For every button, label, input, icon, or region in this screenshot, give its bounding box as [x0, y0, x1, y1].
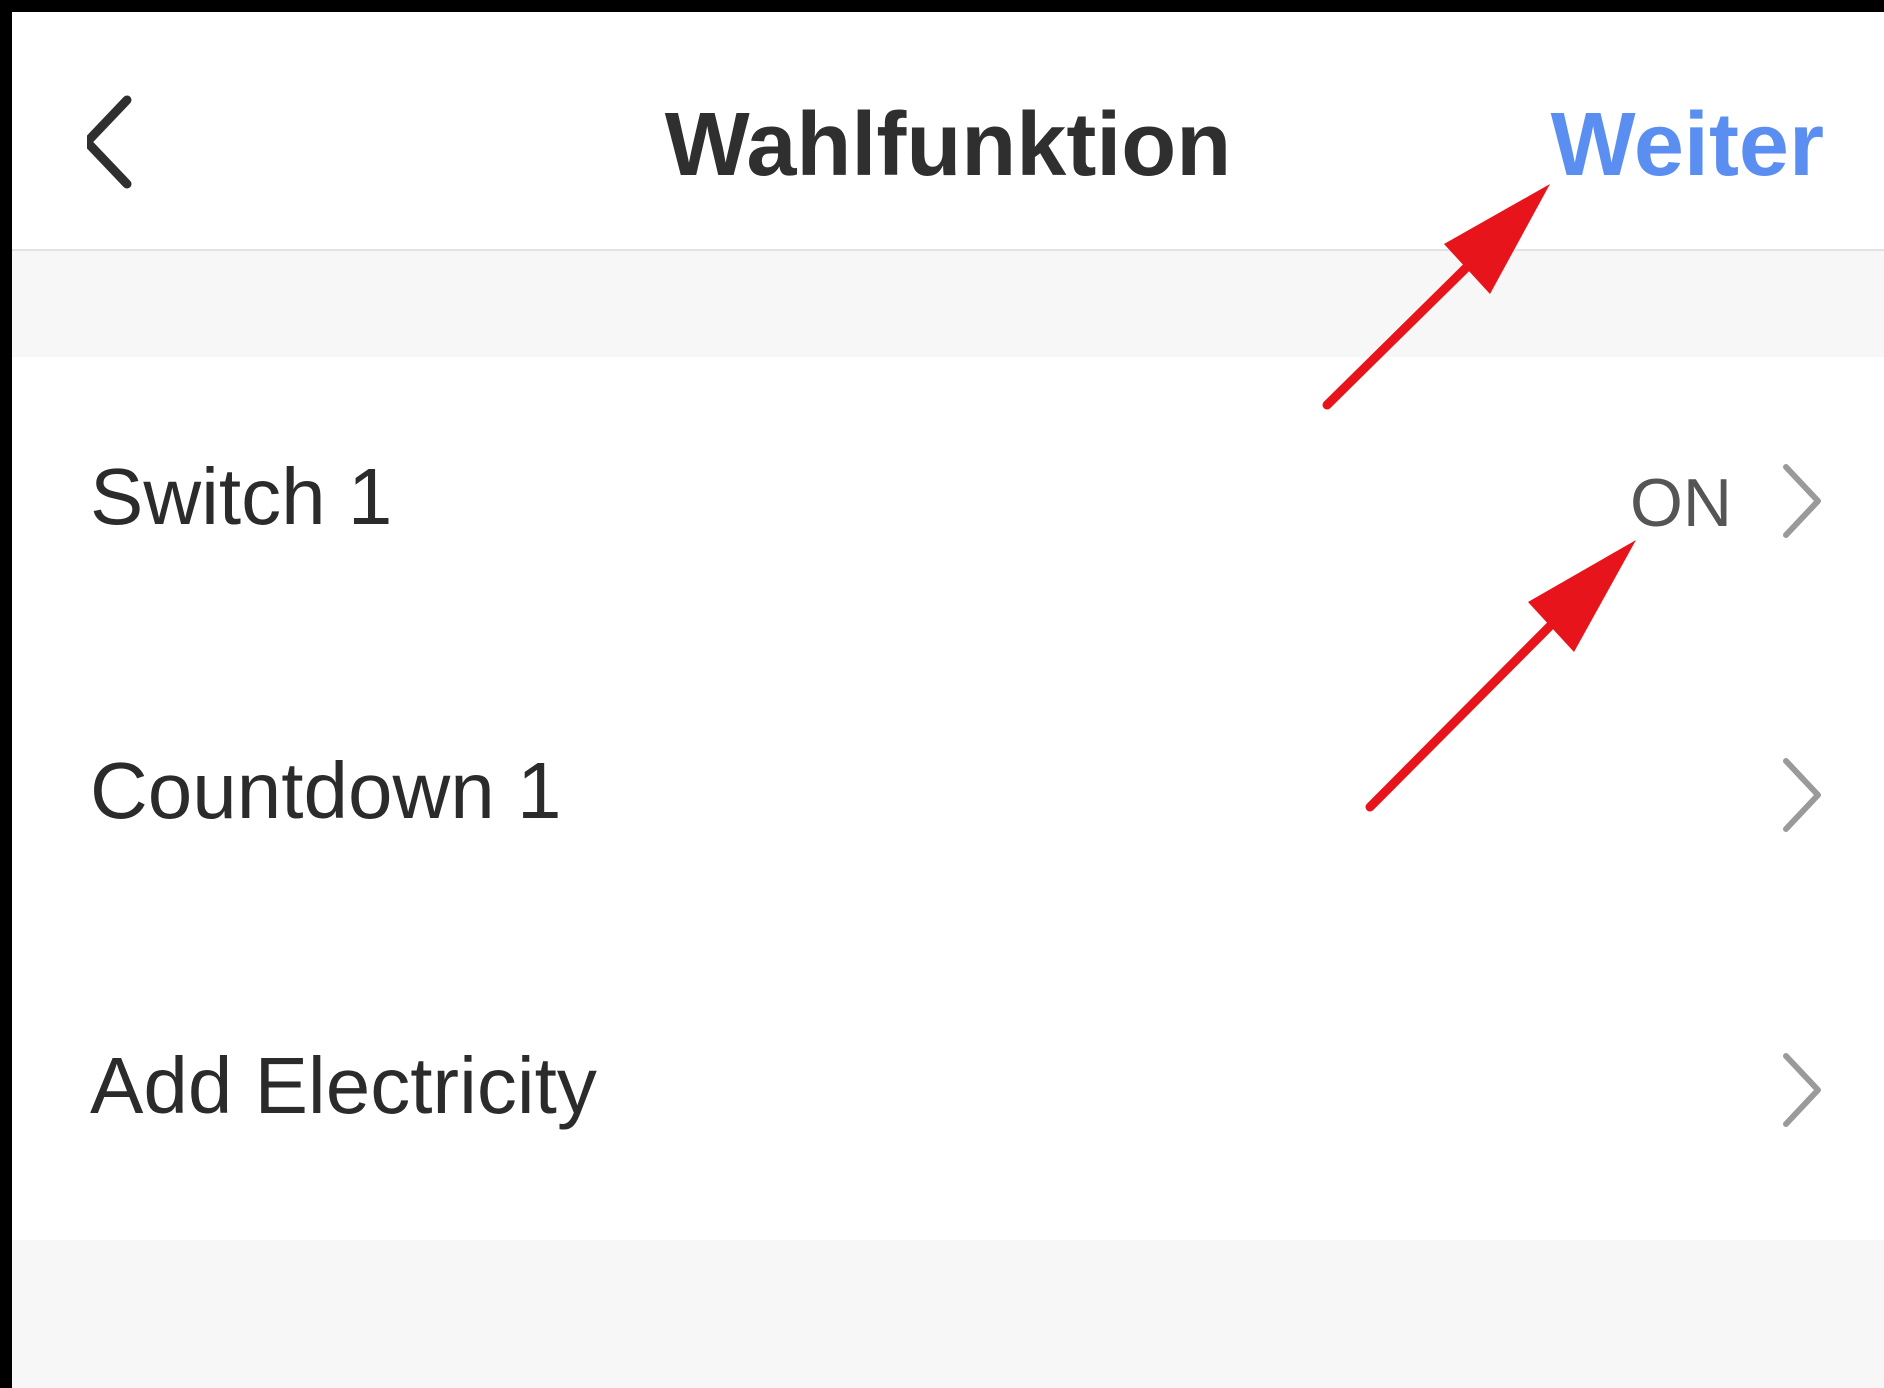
app-screen: Wahlfunktion Weiter Switch 1 ON Countdow…	[12, 12, 1884, 1388]
list-item-switch-1[interactable]: Switch 1 ON	[12, 357, 1884, 651]
list-item-value: ON	[1630, 465, 1732, 541]
list-item-label: Countdown 1	[90, 746, 562, 835]
page-title: Wahlfunktion	[664, 95, 1232, 195]
chevron-right-icon	[1783, 1053, 1821, 1127]
function-list: Switch 1 ON Countdown 1 Add Electricity	[12, 357, 1884, 1240]
chevron-right-icon	[1783, 464, 1821, 538]
list-item-label: Switch 1	[90, 452, 393, 541]
top-bar: Wahlfunktion Weiter	[12, 12, 1884, 251]
chevron-left-icon	[82, 95, 132, 189]
list-item-countdown-1[interactable]: Countdown 1	[12, 651, 1884, 945]
list-item-label: Add Electricity	[90, 1041, 597, 1130]
back-button[interactable]	[82, 90, 167, 200]
list-item-add-electricity[interactable]: Add Electricity	[12, 946, 1884, 1240]
next-button[interactable]: Weiter	[1551, 100, 1824, 190]
chevron-right-icon	[1783, 758, 1821, 832]
